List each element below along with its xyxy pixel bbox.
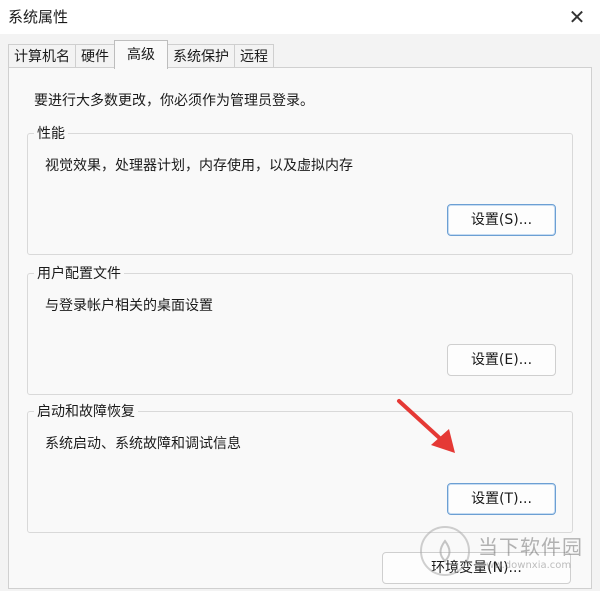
tab-panel-advanced: 要进行大多数更改，你必须作为管理员登录。 性能 视觉效果，处理器计划，内存使用，… bbox=[8, 67, 592, 589]
group-description: 与登录帐户相关的桌面设置 bbox=[45, 298, 213, 314]
group-legend: 用户配置文件 bbox=[34, 263, 124, 283]
tab-strip: 计算机名 硬件 高级 系统保护 远程 bbox=[8, 40, 274, 69]
performance-settings-button[interactable]: 设置(S)... bbox=[447, 204, 556, 236]
admin-note: 要进行大多数更改，你必须作为管理员登录。 bbox=[34, 93, 314, 109]
group-performance: 性能 视觉效果，处理器计划，内存使用，以及虚拟内存 设置(S)... bbox=[27, 123, 573, 255]
title-bar: 系统属性 ✕ bbox=[0, 0, 600, 34]
watermark-logo-icon bbox=[420, 526, 470, 576]
group-description: 系统启动、系统故障和调试信息 bbox=[45, 436, 241, 452]
tab-hardware[interactable]: 硬件 bbox=[75, 44, 115, 69]
group-startup-recovery: 启动和故障恢复 系统启动、系统故障和调试信息 设置(T)... bbox=[27, 401, 573, 533]
tab-advanced[interactable]: 高级 bbox=[114, 40, 168, 69]
group-description: 视觉效果，处理器计划，内存使用，以及虚拟内存 bbox=[45, 158, 353, 174]
group-legend: 启动和故障恢复 bbox=[34, 401, 138, 421]
group-legend: 性能 bbox=[34, 123, 68, 143]
close-button[interactable]: ✕ bbox=[554, 0, 600, 34]
user-profiles-settings-button[interactable]: 设置(E)... bbox=[447, 344, 556, 376]
group-user-profiles: 用户配置文件 与登录帐户相关的桌面设置 设置(E)... bbox=[27, 263, 573, 395]
tab-system-protection[interactable]: 系统保护 bbox=[167, 44, 235, 69]
red-arrow-annotation bbox=[397, 399, 455, 453]
watermark-text: 当下软件园 www.downxia.com bbox=[478, 531, 583, 571]
startup-recovery-settings-button[interactable]: 设置(T)... bbox=[447, 483, 556, 515]
close-icon: ✕ bbox=[568, 5, 586, 29]
tab-computer-name[interactable]: 计算机名 bbox=[8, 44, 76, 69]
watermark-url: www.downxia.com bbox=[478, 560, 572, 571]
watermark: 当下软件园 www.downxia.com bbox=[420, 523, 592, 579]
watermark-name: 当下软件园 bbox=[478, 535, 583, 559]
system-properties-window: 系统属性 ✕ 计算机名 硬件 高级 系统保护 远程 要进行大多数更改，你必须作为… bbox=[0, 0, 600, 591]
window-title: 系统属性 bbox=[8, 8, 69, 26]
tab-remote[interactable]: 远程 bbox=[234, 44, 274, 69]
